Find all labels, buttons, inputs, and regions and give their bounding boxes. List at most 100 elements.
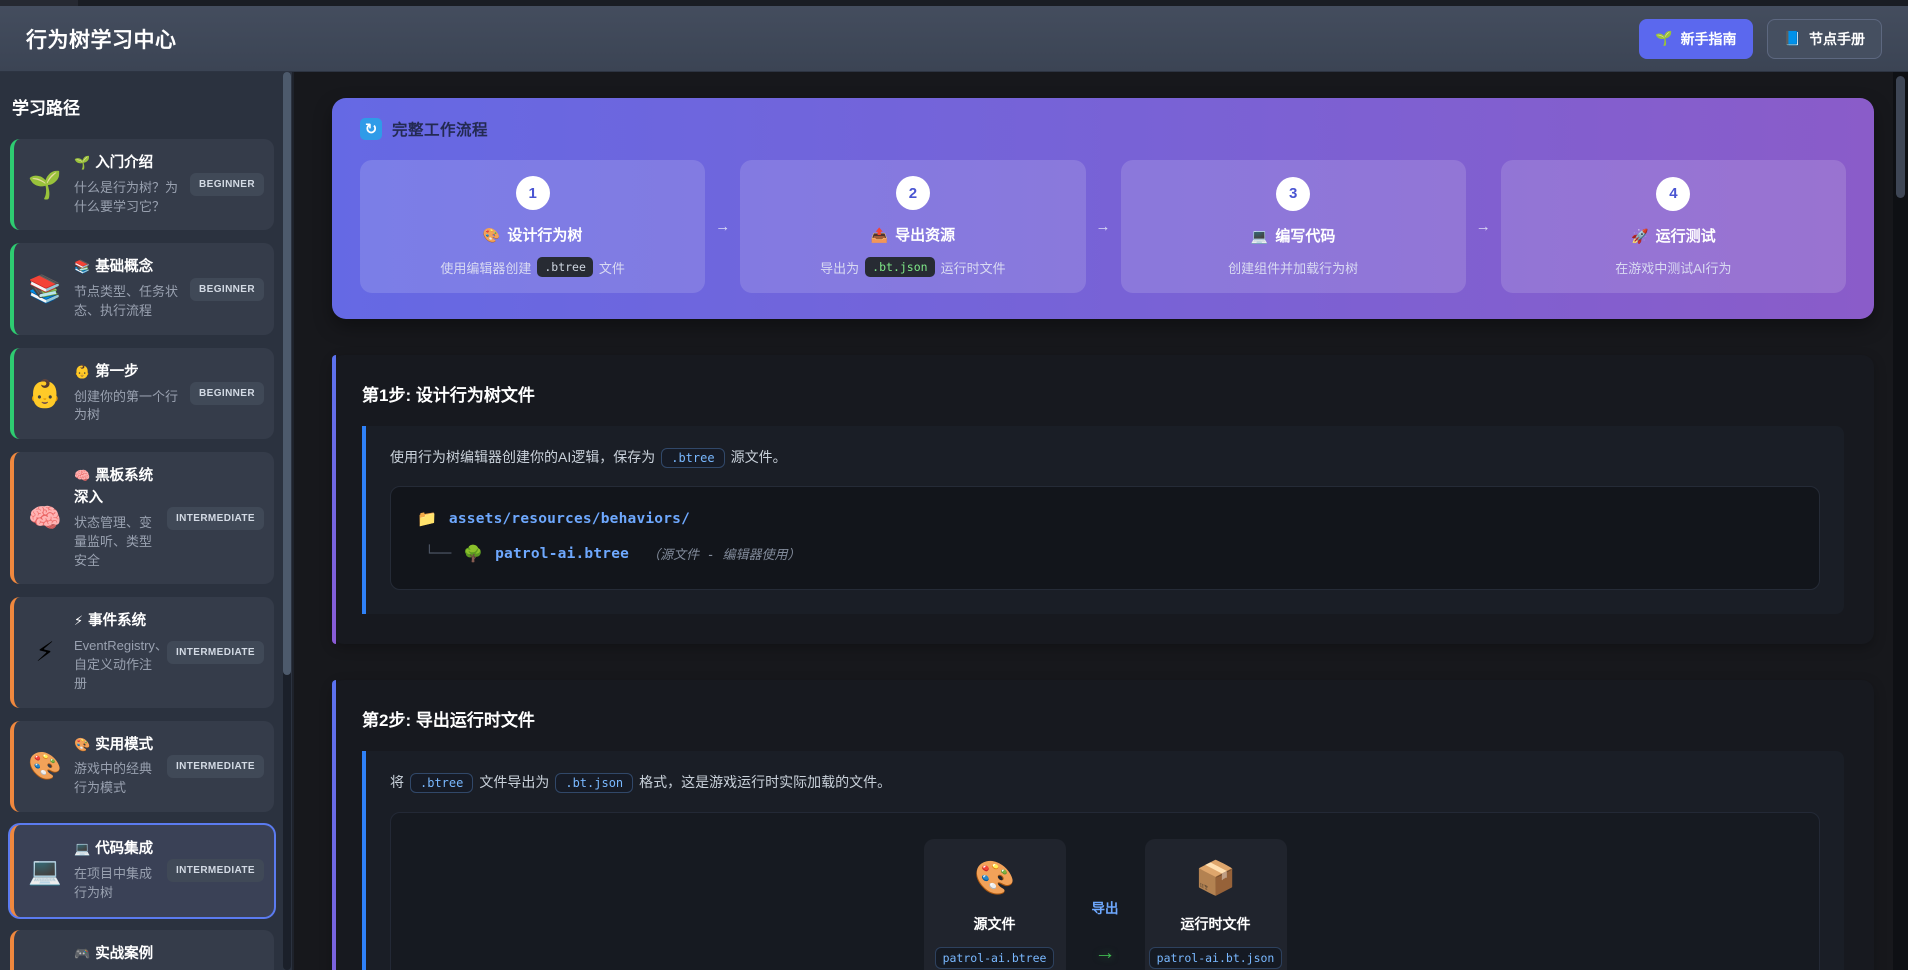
- page-scrollbar[interactable]: [1893, 72, 1908, 970]
- node-manual-button[interactable]: 📘 节点手册: [1766, 18, 1882, 59]
- step1-title: 第1步: 设计行为树文件: [362, 386, 535, 405]
- source-file-card: 🎨 源文件 patrol-ai.btree 编辑器专用格式: [923, 838, 1066, 970]
- sidebar-item-basics[interactable]: 📚 📚 基础概念 节点类型、任务状态、执行流程 BEGINNER: [10, 243, 274, 335]
- seedling-icon: 🌱: [1655, 30, 1673, 46]
- runtime-file-chip: patrol-ai.bt.json: [1148, 946, 1283, 969]
- export-label: 导出: [1091, 900, 1119, 916]
- folder-row: 📁 assets/resources/behaviors/: [417, 509, 1793, 528]
- node-manual-label: 节点手册: [1809, 30, 1865, 47]
- runtime-file-title: 运行时文件: [1180, 915, 1251, 932]
- btree-code-chip: .btree: [537, 257, 593, 277]
- palette-icon: 🎨: [74, 736, 91, 752]
- lightning-icon: ⚡: [74, 613, 84, 629]
- step-number-badge: 1: [515, 176, 550, 210]
- item-desc: EventRegistry、自定义动作注册: [74, 638, 168, 691]
- step-number-badge: 2: [895, 176, 930, 210]
- item-title: 代码集成: [95, 841, 154, 858]
- level-badge: INTERMEDIATE: [166, 640, 264, 664]
- item-title: 事件系统: [88, 613, 147, 630]
- sidebar-item-intro[interactable]: 🌱 🌱 入门介绍 什么是行为树？为什么要学习它？ BEGINNER: [10, 139, 274, 231]
- level-badge: INTERMEDIATE: [166, 754, 264, 778]
- workflow-step-export: 2 📤 导出资源 导出为 .bt.json 运行时文件: [740, 160, 1086, 293]
- seedling-icon: 🌱: [28, 169, 62, 200]
- workflow-step-code: 3 💻 编写代码 创建组件并加载行为树: [1120, 160, 1466, 293]
- body-split: 学习路径 🌱 🌱 入门介绍 什么是行为树？为什么要学习它？ BEGINNER 📚 …: [0, 72, 1908, 970]
- arrow-right-icon: →: [715, 218, 731, 235]
- laptop-icon: 💻: [1250, 227, 1269, 244]
- window-tab-remnant: [0, 0, 78, 6]
- sidebar-item-case-studies[interactable]: 🎮 🎮实战案例 RTS矿工、体力系统、AI决策 INTERMEDIATE: [10, 929, 274, 970]
- tree-branch: └──: [425, 545, 452, 562]
- package-icon: 📦: [1194, 858, 1237, 896]
- step-title: 导出资源: [895, 227, 956, 244]
- step2-title: 第2步: 导出运行时文件: [362, 711, 535, 731]
- item-desc: 创建你的第一个行为树: [74, 388, 179, 423]
- sidebar-item-code-integration[interactable]: 💻 💻 代码集成 在项目中集成行为树 INTERMEDIATE: [10, 825, 274, 917]
- step1-description: 使用行为树编辑器创建你的AI逻辑，保存为 .btree 源文件。: [390, 446, 1820, 468]
- export-diagram: 🎨 源文件 patrol-ai.btree 编辑器专用格式 导出 → 📦: [390, 811, 1820, 970]
- books-icon: 📚: [74, 259, 91, 275]
- item-title: 基础概念: [95, 259, 154, 276]
- page-scrollbar-thumb[interactable]: [1896, 76, 1905, 198]
- btree-code-chip: .btree: [661, 448, 725, 468]
- baby-icon: 👶: [74, 363, 91, 379]
- arrow-right-icon: →: [1094, 940, 1116, 964]
- export-arrow-block: 导出 →: [1092, 839, 1119, 965]
- workflow-step-test: 4 🚀 运行测试 在游戏中测试AI行为: [1500, 160, 1846, 293]
- sidebar-heading: 学习路径: [12, 99, 80, 118]
- item-desc: 在项目中集成行为树: [74, 865, 153, 900]
- main-content: ↻ 完整工作流程 1 🎨 设计行为树 使用编辑器创建 .btree 文件 → 2 📤 导…: [294, 72, 1908, 970]
- file-comment: （源文件 - 编辑器使用）: [647, 548, 801, 564]
- step2-section: 第2步: 导出运行时文件 将 .btree 文件导出为 .bt.json 格式，这是游戏…: [332, 680, 1874, 970]
- brain-icon: 🧠: [74, 468, 91, 484]
- sidebar-item-events[interactable]: ⚡ ⚡ 事件系统 EventRegistry、自定义动作注册 INTERMEDIA…: [10, 597, 274, 708]
- arrow-right-icon: →: [1475, 218, 1491, 235]
- gamepad-icon: 🎮: [74, 945, 91, 961]
- arrow-right-icon: →: [1095, 218, 1111, 235]
- btjson-code-chip: .bt.json: [555, 773, 634, 794]
- item-title: 第一步: [95, 363, 139, 380]
- step-number-badge: 3: [1276, 176, 1311, 211]
- newbie-guide-label: 新手指南: [1680, 30, 1737, 47]
- step1-panel: 使用行为树编辑器创建你的AI逻辑，保存为 .btree 源文件。 📁 assets/…: [362, 426, 1844, 615]
- workflow-step-design: 1 🎨 设计行为树 使用编辑器创建 .btree 文件: [360, 160, 706, 293]
- sidebar-item-blackboard[interactable]: 🧠 🧠 黑板系统深入 状态管理、变量监听、类型安全 INTERMEDIATE: [10, 452, 274, 585]
- laptop-icon: 💻: [28, 855, 62, 886]
- item-desc: 状态管理、变量监听、类型安全: [74, 514, 153, 568]
- sidebar: 学习路径 🌱 🌱 入门介绍 什么是行为树？为什么要学习它？ BEGINNER 📚 …: [0, 72, 294, 970]
- header-actions: 🌱 新手指南 📘 节点手册: [1639, 18, 1882, 59]
- runtime-file-card: 📦 运行时文件 patrol-ai.bt.json 游戏加载使用: [1144, 838, 1287, 970]
- step1-section: 第1步: 设计行为树文件 使用行为树编辑器创建你的AI逻辑，保存为 .btree 源…: [332, 355, 1874, 645]
- lightning-icon: ⚡: [35, 636, 55, 667]
- refresh-icon: ↻: [360, 118, 382, 140]
- tree-icon: 🌳: [463, 544, 484, 564]
- step-title: 设计行为树: [507, 227, 583, 244]
- workflow-banner: ↻ 完整工作流程 1 🎨 设计行为树 使用编辑器创建 .btree 文件 → 2 📤 导…: [332, 98, 1874, 319]
- page-title: 行为树学习中心: [26, 28, 177, 52]
- newbie-guide-button[interactable]: 🌱 新手指南: [1639, 18, 1753, 59]
- step-number-badge: 4: [1656, 176, 1691, 211]
- item-desc: 什么是行为树？为什么要学习它？: [74, 179, 179, 214]
- item-title: 入门介绍: [95, 155, 154, 171]
- source-file-chip: patrol-ai.btree: [934, 946, 1055, 969]
- btjson-code-chip: .bt.json: [865, 257, 935, 277]
- sidebar-scrollbar[interactable]: [283, 72, 291, 970]
- step2-panel: 将 .btree 文件导出为 .bt.json 格式，这是游戏运行时实际加载的文件。 🎨…: [362, 751, 1844, 970]
- sidebar-item-first-step[interactable]: 👶 👶 第一步 创建你的第一个行为树 BEGINNER: [10, 347, 274, 440]
- window-top-strip: [0, 0, 1908, 6]
- step2-description: 将 .btree 文件导出为 .bt.json 格式，这是游戏运行时实际加载的文件。: [390, 771, 1820, 794]
- books-icon: 📚: [28, 274, 62, 305]
- item-title: 实战案例: [95, 945, 154, 962]
- brain-icon: 🧠: [28, 503, 62, 534]
- workflow-steps: 1 🎨 设计行为树 使用编辑器创建 .btree 文件 → 2 📤 导出资源 导出为 .b…: [360, 160, 1846, 293]
- level-badge: BEGINNER: [190, 382, 264, 406]
- step-title: 运行测试: [1655, 227, 1716, 245]
- sidebar-item-patterns[interactable]: 🎨 🎨 实用模式 游戏中的经典行为模式 INTERMEDIATE: [10, 720, 274, 813]
- sidebar-scrollbar-thumb[interactable]: [283, 72, 291, 675]
- app-window: 行为树学习中心 🌱 新手指南 📘 节点手册 学习路径 🌱 🌱 入门介绍 什么是行为…: [0, 0, 1908, 970]
- btree-code-chip: .btree: [410, 773, 474, 794]
- level-badge: INTERMEDIATE: [166, 859, 264, 883]
- item-title: 实用模式: [95, 736, 154, 753]
- item-desc: 游戏中的经典行为模式: [74, 761, 153, 796]
- folder-path: assets/resources/behaviors/: [448, 510, 691, 527]
